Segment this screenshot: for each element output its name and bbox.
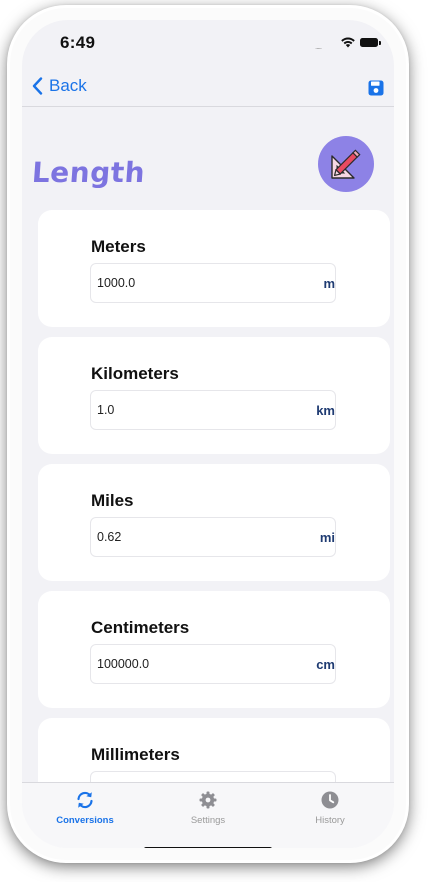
unit-symbol: mi bbox=[319, 529, 335, 545]
unit-symbol: cm bbox=[316, 656, 335, 672]
conversion-card-kilometers: Kilometers km bbox=[38, 337, 390, 454]
clock-icon bbox=[321, 791, 339, 809]
centimeters-field-container: cm bbox=[90, 644, 336, 684]
page-title: Length bbox=[30, 156, 147, 189]
device-frame: 6:49 ..... Back Length Meters 1000.0 m K… bbox=[10, 8, 406, 860]
miles-field-container: mi bbox=[90, 517, 336, 557]
unit-symbol: km bbox=[316, 402, 335, 418]
back-button[interactable]: Back bbox=[32, 76, 87, 96]
screen: 6:49 ..... Back Length Meters 1000.0 m K… bbox=[22, 20, 394, 848]
tab-conversions[interactable]: Conversions bbox=[30, 791, 140, 826]
sync-icon bbox=[77, 791, 93, 809]
tab-label: Conversions bbox=[56, 815, 114, 826]
status-bar: 6:49 ..... bbox=[22, 20, 394, 64]
nav-bar: Back bbox=[22, 66, 394, 107]
unit-symbol: m bbox=[323, 275, 335, 291]
gear-icon bbox=[199, 791, 217, 809]
kilometers-field-container: km bbox=[90, 390, 336, 430]
conversion-card-centimeters: Centimeters cm bbox=[38, 591, 390, 708]
conversion-card-millimeters: Millimeters bbox=[38, 718, 390, 782]
meters-field-container: m bbox=[90, 263, 336, 303]
signal-icon: ..... bbox=[315, 42, 322, 51]
status-time: 6:49 bbox=[60, 33, 96, 52]
centimeters-input[interactable] bbox=[97, 657, 277, 671]
miles-input[interactable] bbox=[97, 530, 277, 544]
unit-label: Meters bbox=[91, 237, 146, 256]
wifi-icon bbox=[341, 37, 355, 48]
save-icon[interactable] bbox=[368, 80, 384, 96]
meters-input[interactable] bbox=[97, 276, 277, 290]
tab-label: History bbox=[315, 815, 345, 826]
unit-label: Centimeters bbox=[91, 618, 190, 637]
tab-bar: Conversions Settings History bbox=[22, 782, 394, 848]
millimeters-field-container bbox=[90, 771, 336, 782]
kilometers-input[interactable] bbox=[97, 403, 277, 417]
conversion-card-miles: Miles mi bbox=[38, 464, 390, 581]
ruler-pencil-logo-icon bbox=[318, 136, 374, 192]
unit-label: Millimeters bbox=[91, 745, 180, 764]
conversion-list[interactable]: Meters m Kilometers km Miles mi bbox=[22, 210, 394, 782]
unit-label: Kilometers bbox=[91, 364, 179, 383]
tab-label: Settings bbox=[190, 815, 226, 826]
tab-settings[interactable]: Settings bbox=[153, 791, 263, 826]
conversion-card-meters: Meters m bbox=[38, 210, 390, 327]
chevron-left-icon bbox=[32, 77, 43, 95]
back-label: Back bbox=[49, 76, 87, 95]
unit-label: Miles bbox=[91, 491, 134, 510]
ruler-pencil-icon bbox=[331, 149, 361, 179]
tab-history[interactable]: History bbox=[275, 791, 385, 826]
battery-icon bbox=[360, 38, 381, 47]
home-indicator[interactable] bbox=[144, 847, 272, 848]
